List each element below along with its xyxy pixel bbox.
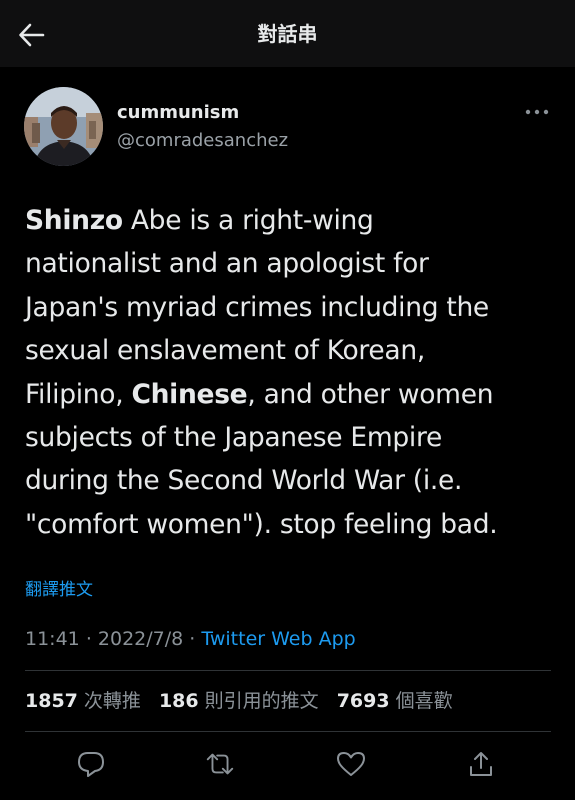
- reply-button[interactable]: [75, 748, 107, 780]
- divider: [25, 731, 551, 732]
- quote-count[interactable]: 186 則引用的推文: [159, 690, 319, 712]
- tweet-line: "comfort women"). stop feeling bad.: [25, 508, 498, 540]
- top-bar: 對話串: [0, 0, 575, 67]
- more-horizontal-icon: [525, 109, 549, 115]
- retweet-button[interactable]: [204, 748, 236, 780]
- share-button[interactable]: [465, 748, 497, 780]
- tweet-line: during the Second World War (i.e.: [25, 465, 463, 497]
- tweet-line: Shinzo Abe is a right-wing: [25, 205, 374, 236]
- heart-icon: [337, 752, 365, 776]
- meta-separator: ·: [189, 628, 196, 650]
- highlighted-word: Shinzo: [25, 205, 123, 236]
- tweet-date[interactable]: 2022/7/8: [98, 628, 183, 650]
- retweet-count[interactable]: 1857 次轉推: [25, 690, 141, 712]
- like-count[interactable]: 7693 個喜歡: [337, 690, 453, 712]
- tweet-time: 11:41: [25, 628, 80, 650]
- avatar-image: [24, 87, 103, 166]
- meta-separator: ·: [85, 628, 92, 650]
- tweet-line: Japan's myriad crimes including the: [25, 291, 489, 323]
- tweet-line: sexual enslavement of Korean,: [25, 335, 425, 367]
- tweet-line: nationalist and an apologist for: [25, 248, 429, 280]
- share-icon: [470, 752, 492, 776]
- author-display-name[interactable]: cummunism: [117, 102, 239, 124]
- translate-tweet-link[interactable]: 翻譯推文: [25, 578, 93, 602]
- tweet-metadata: 11:41 · 2022/7/8 · Twitter Web App: [25, 626, 356, 652]
- page-title: 對話串: [257, 22, 318, 46]
- retweet-icon: [206, 753, 234, 775]
- tweet-text: Shinzo Abe is a right-wing nationalist a…: [25, 199, 560, 546]
- author-handle[interactable]: @comradesanchez: [117, 130, 288, 152]
- tweet-line: Filipino, Chinese, and other women: [25, 378, 494, 410]
- more-options-button[interactable]: [523, 100, 551, 124]
- tweet-line: subjects of the Japanese Empire: [25, 422, 442, 454]
- divider: [25, 670, 551, 671]
- tweet-source[interactable]: Twitter Web App: [201, 628, 355, 650]
- like-button[interactable]: [335, 748, 367, 780]
- highlighted-word: Chinese: [131, 378, 248, 410]
- reply-icon: [78, 752, 104, 777]
- engagement-stats: 1857 次轉推 186 則引用的推文 7693 個喜歡: [25, 688, 465, 714]
- avatar[interactable]: [24, 87, 103, 166]
